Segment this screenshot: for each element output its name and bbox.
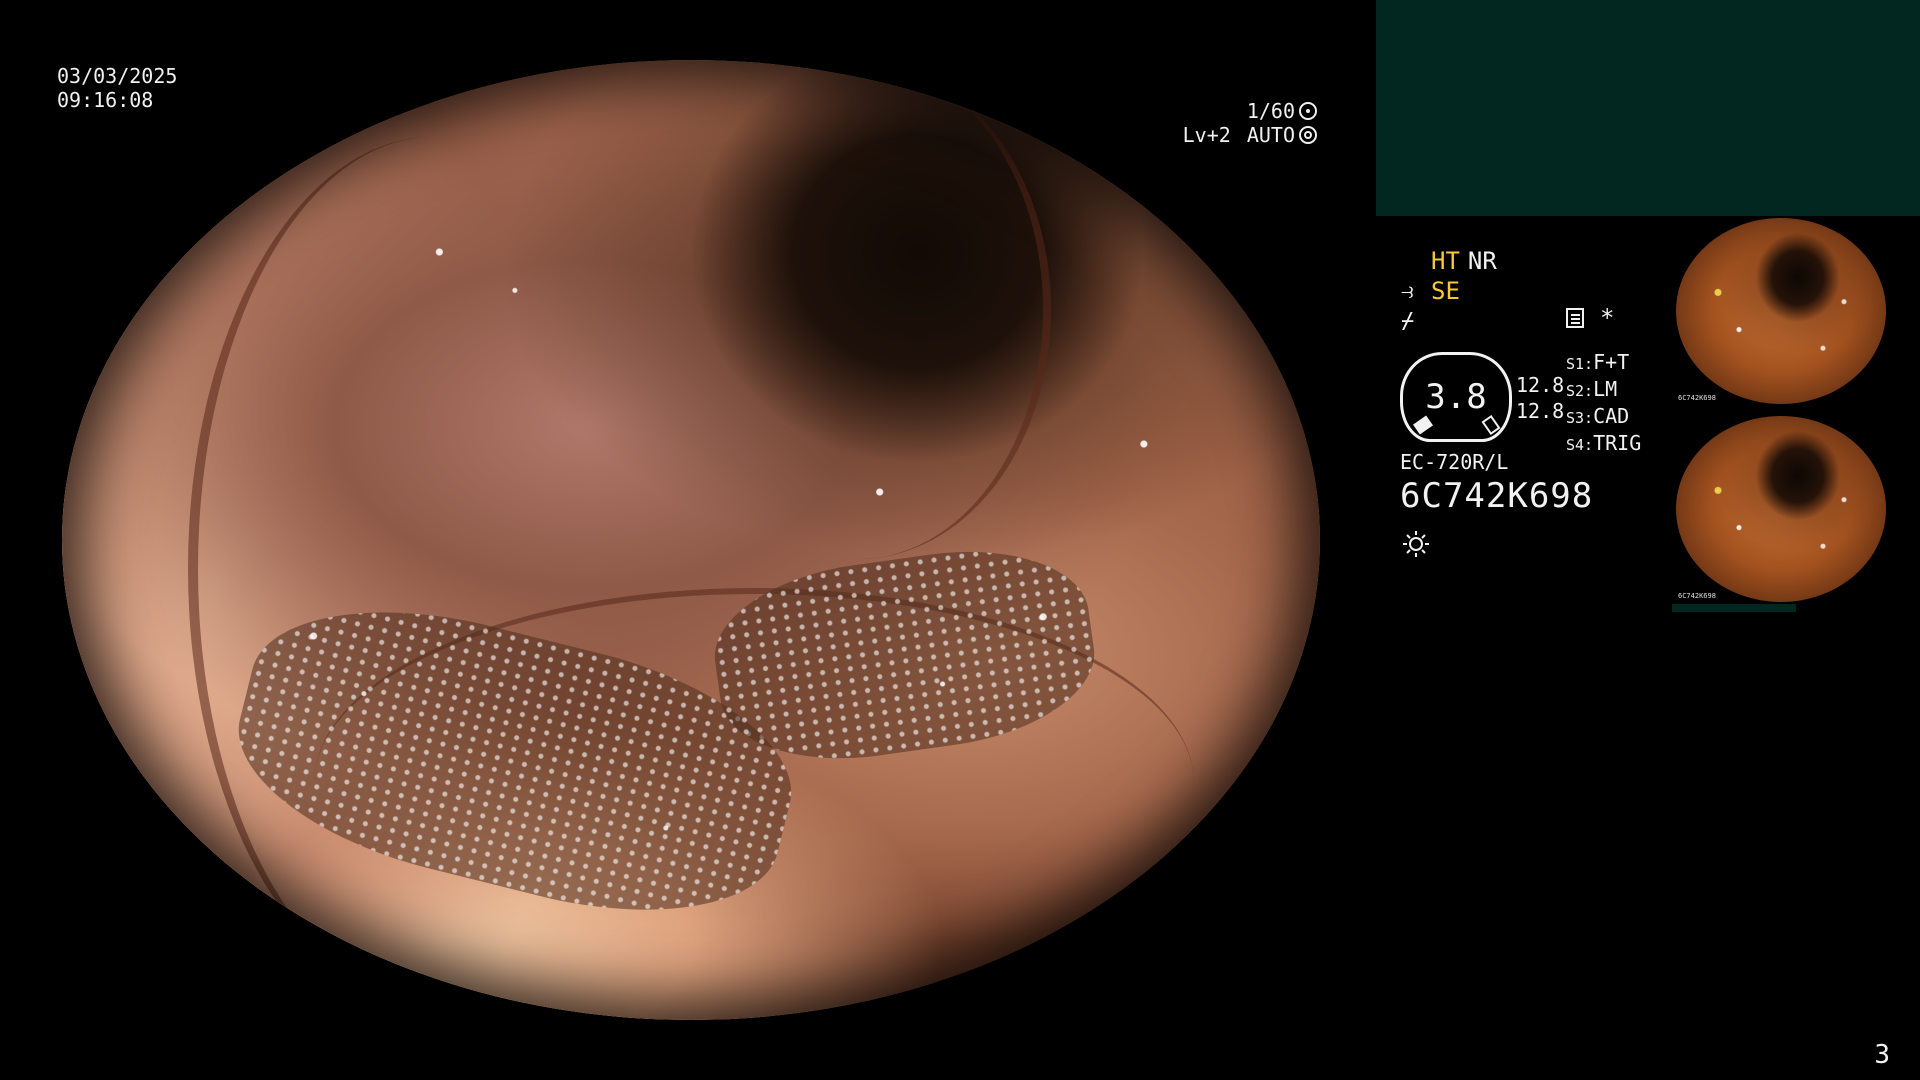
exposure-level: Lv+2	[1182, 123, 1231, 147]
dial-marker-outline	[1481, 415, 1501, 435]
endoscope-live-view	[62, 60, 1320, 1020]
endoscopy-screen: 03/03/2025 09:16:08 1/60 Lv+2 AUTO HT NR…	[0, 0, 1920, 1080]
dial-value: 3.8	[1425, 377, 1487, 417]
date-text: 03/03/2025	[57, 64, 178, 88]
scope-mark-icon	[1299, 126, 1317, 144]
thumbnail-label: 6C742K698	[1678, 394, 1716, 402]
date-time-display: 03/03/2025 09:16:08	[57, 64, 177, 112]
switch-row: S4:TRIG	[1566, 431, 1642, 455]
dial-readout-1: 12.8	[1516, 373, 1565, 397]
time-text: 09:16:08	[57, 88, 154, 112]
cable-icon: ⌿	[1401, 308, 1415, 334]
dial-marker-filled	[1413, 415, 1433, 435]
shutter-speed: 1/60	[1246, 99, 1295, 123]
scope-serial: 6C742K698	[1400, 476, 1594, 516]
thumbnail-image	[1676, 218, 1886, 404]
dial-readouts: 12.8 12.8	[1516, 372, 1564, 424]
exposure-info: 1/60 Lv+2 AUTO	[1183, 99, 1317, 147]
thumbnail-image	[1676, 416, 1886, 602]
switch-row: S2:LM	[1566, 377, 1618, 401]
switch-row: S1:F+T	[1566, 350, 1630, 374]
image-vignette	[62, 60, 1320, 1020]
info-panel-header	[1376, 0, 1920, 216]
page-number: 3	[1874, 1040, 1890, 1070]
capture-thumbnail[interactable]: 6C742K698	[1672, 218, 1892, 406]
se-indicator: SE	[1431, 277, 1460, 305]
switch-row: S3:CAD	[1566, 404, 1630, 428]
star-icon: *	[1600, 304, 1615, 332]
dial-readout-2: 12.8	[1516, 399, 1565, 423]
zoom-dial: 3.8	[1400, 352, 1512, 442]
ht-indicator: HT	[1431, 247, 1460, 275]
switch-assignments: S1:F+T S2:LM S3:CAD S4:TRIG	[1566, 350, 1641, 458]
exposure-mode: AUTO	[1246, 123, 1295, 147]
lamp-icon	[1403, 531, 1429, 557]
scope-ring-icon	[1299, 102, 1317, 120]
thumbnail-footer-bar	[1672, 604, 1796, 612]
capture-thumbnail[interactable]: 6C742K698	[1672, 416, 1892, 604]
status-block: HT NR ⥽ SE ⌿	[1401, 246, 1497, 336]
document-icon	[1566, 308, 1584, 328]
scope-link-icon: ⥽	[1401, 278, 1414, 304]
nr-indicator: NR	[1467, 247, 1497, 275]
scope-model: EC-720R/L	[1400, 450, 1509, 474]
thumbnail-label: 6C742K698	[1678, 592, 1716, 600]
